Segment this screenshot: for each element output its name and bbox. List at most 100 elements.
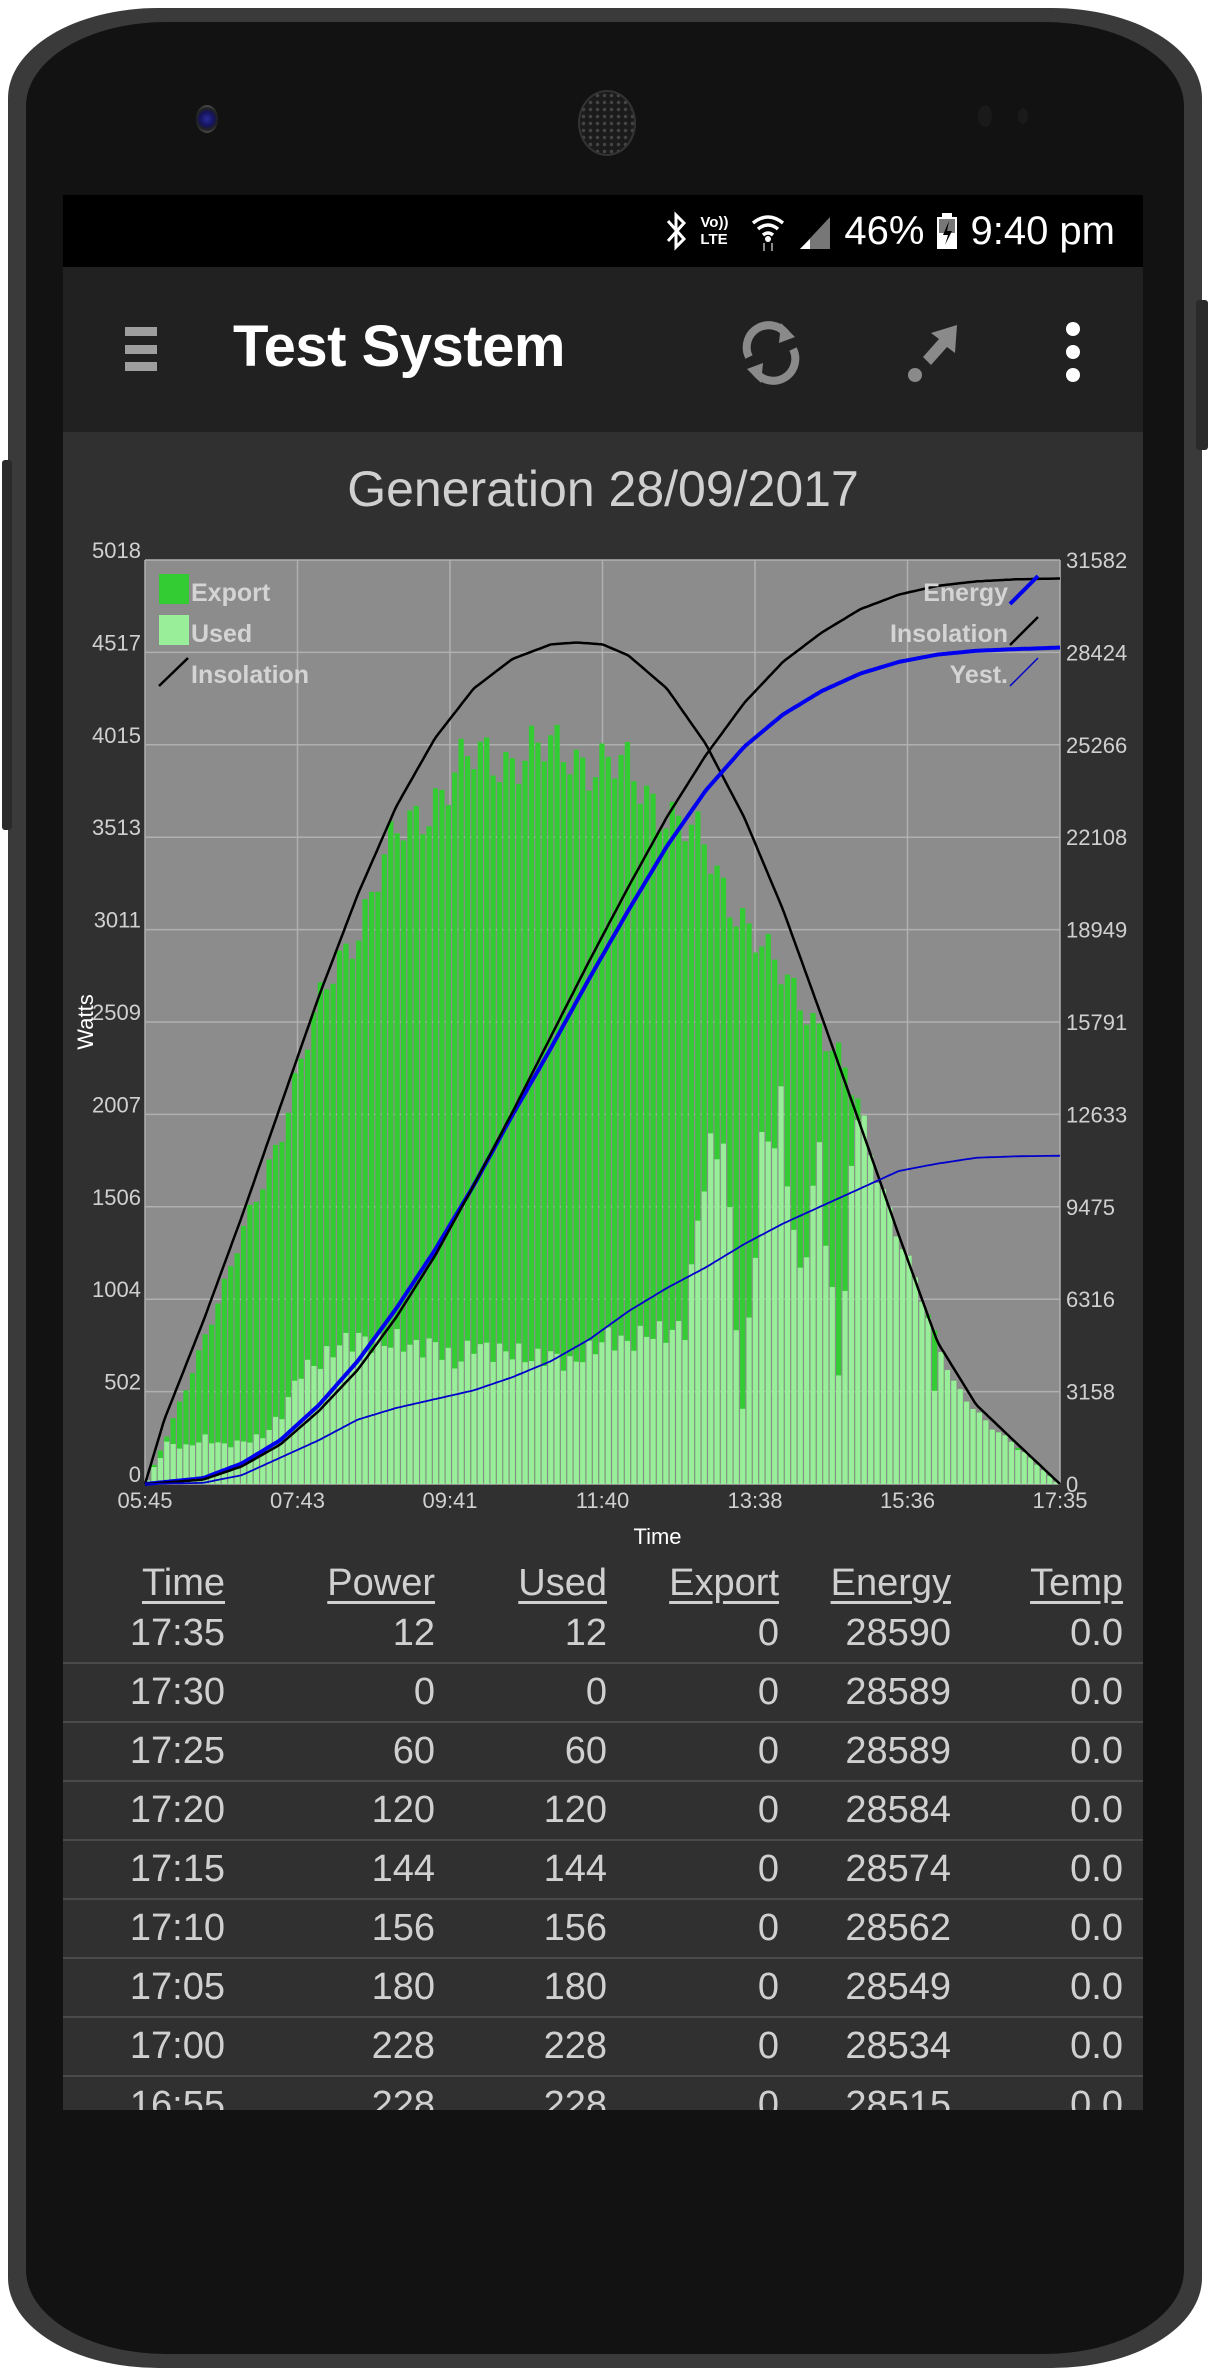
used-bar	[496, 1343, 503, 1484]
cell-temp: 0.0	[1070, 1671, 1123, 1713]
menu-icon[interactable]	[125, 327, 157, 371]
used-bar	[720, 1143, 727, 1484]
used-bar	[1028, 1457, 1034, 1484]
cell-power: 144	[371, 1848, 435, 1890]
table-row[interactable]: 17:00 228 228 0 28534 0.0	[63, 2018, 1143, 2077]
used-bar	[708, 1133, 714, 1484]
x-tick-label: 05:45	[117, 1488, 172, 1513]
used-bar	[637, 1325, 643, 1484]
cell-energy: 28515	[845, 2084, 951, 2110]
used-bar	[912, 1277, 919, 1484]
table-body: 17:35 12 12 0 28590 0.0 17:30 0 0 0 28589 0.0 17:25 6…	[63, 1605, 1143, 2110]
table-row[interactable]: 17:05 180 180 0 28549 0.0	[63, 1959, 1143, 2018]
cell-time: 17:35	[129, 1612, 225, 1654]
used-bar	[682, 1340, 688, 1484]
table-row[interactable]: 16:55 228 228 0 28515 0.0	[63, 2077, 1143, 2110]
cell-temp: 0.0	[1070, 1730, 1123, 1772]
cell-export: 0	[757, 1848, 779, 1890]
used-bar	[644, 1336, 650, 1484]
used-bar	[560, 1370, 567, 1484]
cell-temp: 0.0	[1070, 1848, 1123, 1890]
table-row[interactable]: 17:35 12 12 0 28590 0.0	[63, 1605, 1143, 1664]
header-used[interactable]: Used	[435, 1562, 607, 1605]
legend-label: Insolation	[191, 661, 309, 689]
cell-power: 0	[413, 1671, 435, 1713]
y-right-tick-label: 9475	[1066, 1195, 1115, 1220]
used-bar	[656, 1321, 663, 1484]
y-left-tick-label: 4015	[92, 723, 141, 748]
cell-energy: 28590	[845, 1612, 951, 1654]
volume-button	[2, 460, 12, 830]
used-bar	[983, 1420, 989, 1484]
used-bar	[580, 1362, 586, 1484]
cell-power: 12	[392, 1612, 435, 1654]
screen: Vo)) LTE 46% 9:40 pm Test System Generat…	[63, 195, 1143, 2110]
x-axis-title: Time	[633, 1524, 681, 1549]
cell-export: 0	[757, 1612, 779, 1654]
cell-temp: 0.0	[1070, 1907, 1123, 1949]
used-bar	[426, 1338, 432, 1484]
app-title: Test System	[233, 314, 565, 379]
used-bar	[663, 1342, 669, 1484]
used-bar	[272, 1416, 279, 1484]
used-bar	[733, 1330, 739, 1484]
used-bar	[624, 1340, 631, 1484]
used-bar	[944, 1369, 951, 1484]
used-bar	[445, 1347, 451, 1484]
cell-energy: 28589	[845, 1730, 951, 1772]
used-bar	[452, 1368, 458, 1484]
used-bar	[676, 1321, 682, 1484]
x-tick-label: 11:40	[576, 1488, 629, 1513]
cell-used: 180	[543, 1966, 607, 2008]
cell-export: 0	[757, 1966, 779, 2008]
cell-energy: 28589	[845, 1671, 951, 1713]
used-bar	[279, 1419, 285, 1484]
cell-time: 16:55	[129, 2084, 225, 2110]
chart-title: Generation 28/09/2017	[347, 461, 859, 517]
header-power[interactable]: Power	[225, 1562, 435, 1605]
table-row[interactable]: 17:30 0 0 0 28589 0.0	[63, 1664, 1143, 1723]
used-bar	[298, 1378, 304, 1484]
used-bar	[516, 1343, 522, 1484]
used-bar	[842, 1290, 848, 1484]
used-bar	[701, 1191, 707, 1484]
used-bar	[650, 1338, 656, 1484]
cell-used: 0	[585, 1671, 607, 1713]
header-temp[interactable]: Temp	[951, 1562, 1123, 1605]
used-bar	[535, 1348, 541, 1484]
used-bar	[388, 1347, 394, 1484]
cell-used: 156	[543, 1907, 607, 1949]
table-row[interactable]: 17:10 156 156 0 28562 0.0	[63, 1900, 1143, 1959]
table-row[interactable]: 17:20 120 120 0 28584 0.0	[63, 1782, 1143, 1841]
used-bar	[484, 1342, 490, 1484]
used-bar	[829, 1287, 835, 1484]
table-row[interactable]: 17:25 60 60 0 28589 0.0	[63, 1723, 1143, 1782]
arrow-icon[interactable]	[901, 317, 973, 389]
used-bar	[599, 1342, 605, 1484]
header-energy[interactable]: Energy	[779, 1562, 951, 1605]
readings-table: Time Power Used Export Energy Temp 17:35…	[63, 1549, 1143, 2110]
cell-export: 0	[757, 1730, 779, 1772]
x-tick-label: 07:43	[270, 1488, 325, 1513]
y-left-tick-label: 5018	[92, 538, 141, 563]
cell-export: 0	[757, 2084, 779, 2110]
cell-power: 156	[371, 1907, 435, 1949]
cell-used: 228	[543, 2025, 607, 2067]
used-bar	[368, 1352, 375, 1484]
used-bar	[548, 1351, 554, 1484]
used-legend-swatch	[159, 615, 189, 645]
header-time[interactable]: Time	[63, 1562, 225, 1605]
used-bar	[336, 1345, 343, 1484]
header-export[interactable]: Export	[607, 1562, 779, 1605]
x-tick-label: 13:38	[727, 1488, 782, 1513]
refresh-icon[interactable]	[735, 317, 807, 389]
used-bar	[880, 1189, 887, 1484]
cell-time: 17:20	[129, 1789, 225, 1831]
used-bar	[772, 1148, 778, 1484]
used-bar	[586, 1340, 592, 1484]
used-bar	[797, 1267, 803, 1484]
x-tick-label: 17:35	[1032, 1488, 1087, 1513]
more-options-icon[interactable]	[1063, 322, 1083, 382]
table-row[interactable]: 17:15 144 144 0 28574 0.0	[63, 1841, 1143, 1900]
used-bar	[874, 1182, 880, 1484]
